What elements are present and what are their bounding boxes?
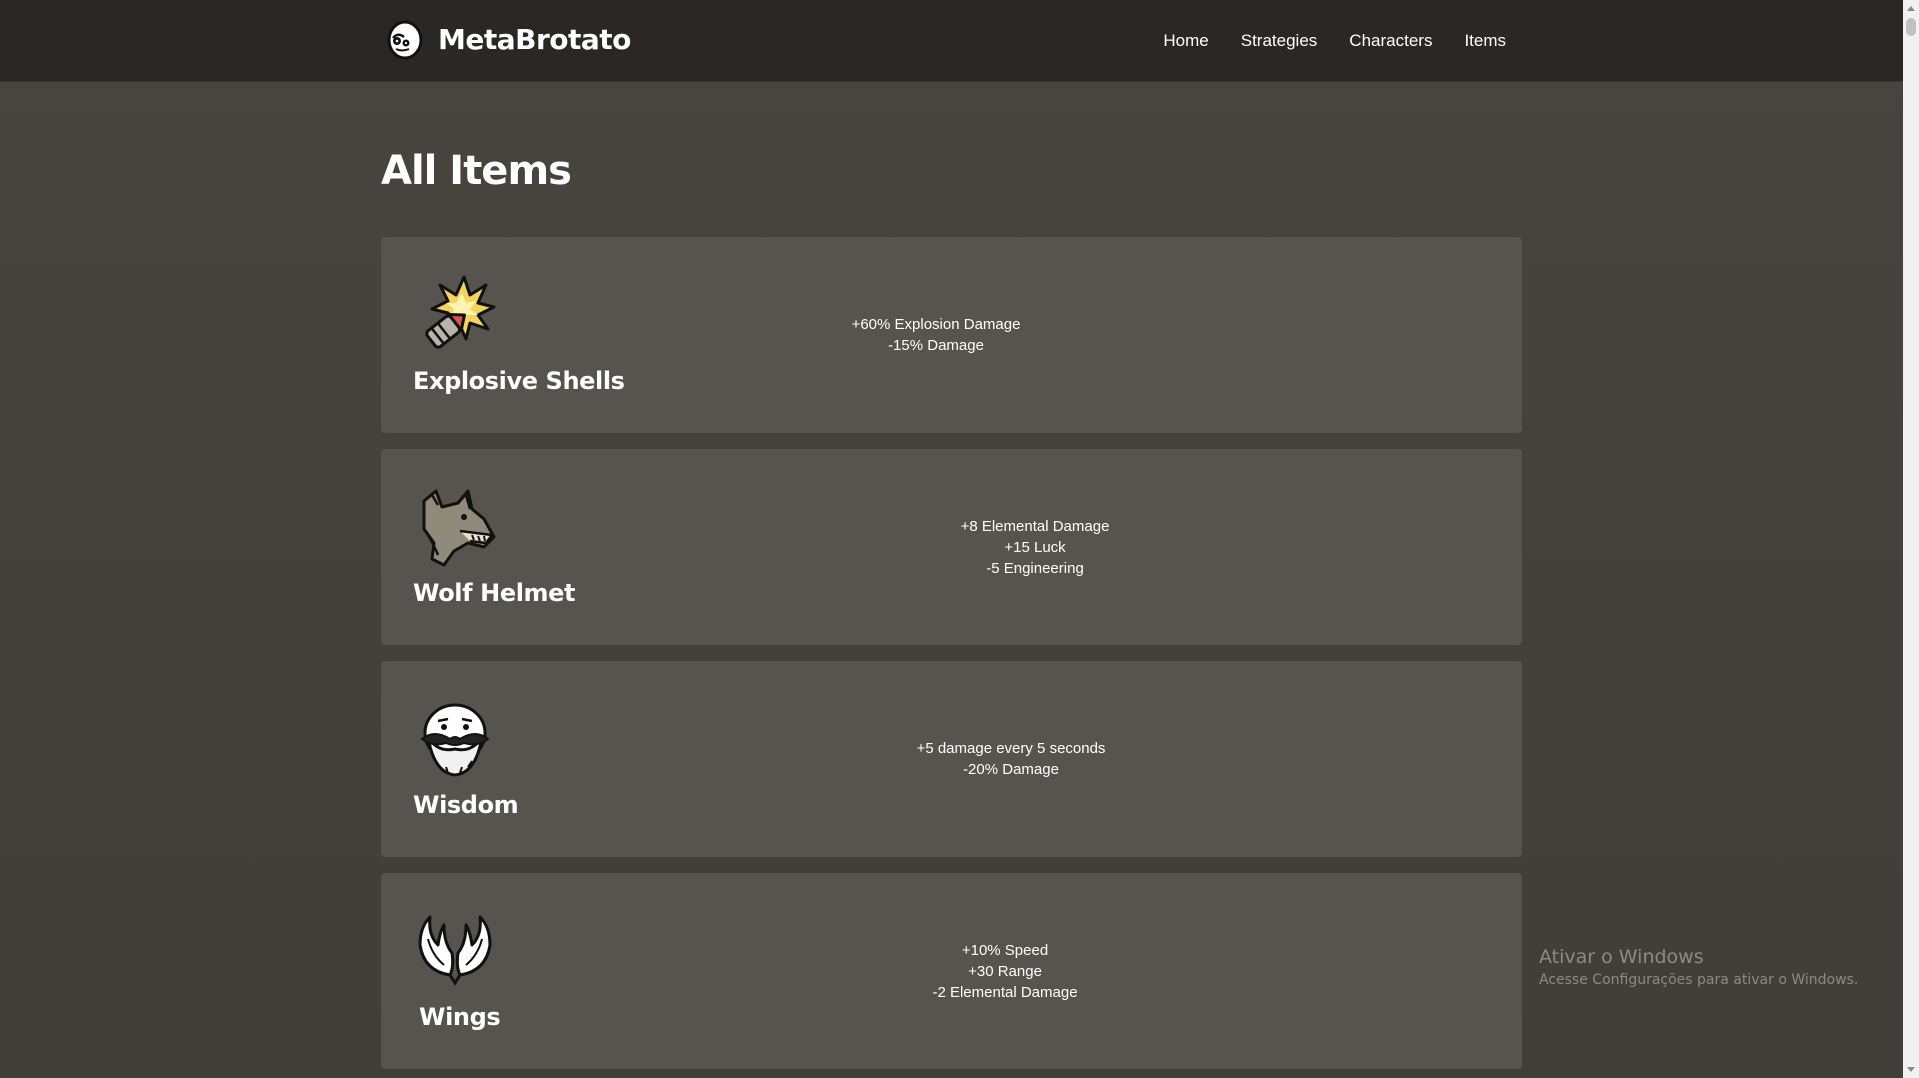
watermark-title: Ativar o Windows <box>1539 946 1704 968</box>
item-card[interactable]: Wisdom +5 damage every 5 seconds -20% Da… <box>381 661 1522 857</box>
top-navbar: MetaBrotato Home Strategies Characters I… <box>0 0 1903 82</box>
wisdom-icon <box>420 703 490 777</box>
stat-line: -5 Engineering <box>986 559 1084 577</box>
page-title: All Items <box>381 148 572 194</box>
stat-line: -15% Damage <box>888 337 984 354</box>
brand-link[interactable]: MetaBrotato <box>384 18 631 60</box>
windows-activation-watermark: Ativar o Windows Acesse Configurações pa… <box>1539 944 1858 990</box>
wolf-helmet-icon <box>422 489 496 567</box>
nav-items[interactable]: Items <box>1464 31 1506 51</box>
stat-line: +60% Explosion Damage <box>851 316 1021 333</box>
nav-strategies[interactable]: Strategies <box>1241 31 1318 51</box>
stat-line: -20% Damage <box>963 761 1059 778</box>
item-name: Wisdom <box>413 791 519 819</box>
stat-line: +5 damage every 5 seconds <box>916 740 1106 757</box>
nav-home[interactable]: Home <box>1163 31 1208 51</box>
page-scrollbar[interactable] <box>1903 0 1919 1078</box>
main-nav: Home Strategies Characters Items <box>1131 0 1506 81</box>
stat-line: +8 Elemental Damage <box>960 517 1110 535</box>
item-card[interactable]: Explosive Shells +60% Explosion Damage -… <box>381 237 1522 433</box>
wings-icon <box>418 915 492 986</box>
scroll-thumb[interactable] <box>1906 18 1916 36</box>
scroll-down-icon[interactable] <box>1907 1067 1915 1072</box>
stat-line: +30 Range <box>968 962 1042 980</box>
stat-line: +10% Speed <box>961 941 1049 959</box>
stat-line: -2 Elemental Damage <box>932 983 1078 1001</box>
item-card[interactable]: Wolf Helmet +8 Elemental Damage +15 Luck… <box>381 449 1522 645</box>
nav-characters[interactable]: Characters <box>1349 31 1432 51</box>
stat-line: +15 Luck <box>1004 538 1066 556</box>
watermark-subtitle: Acesse Configurações para ativar o Windo… <box>1539 972 1859 988</box>
scroll-up-icon[interactable] <box>1907 6 1915 11</box>
item-name: Explosive Shells <box>413 367 625 395</box>
item-name: Wings <box>419 1003 501 1031</box>
brotato-logo-icon <box>387 20 423 60</box>
explosive-shells-icon <box>425 275 496 349</box>
item-name: Wolf Helmet <box>413 579 576 607</box>
brand-name: MetaBrotato <box>438 22 631 56</box>
item-card[interactable]: Wings +10% Speed +30 Range -2 Elemental … <box>381 873 1522 1069</box>
